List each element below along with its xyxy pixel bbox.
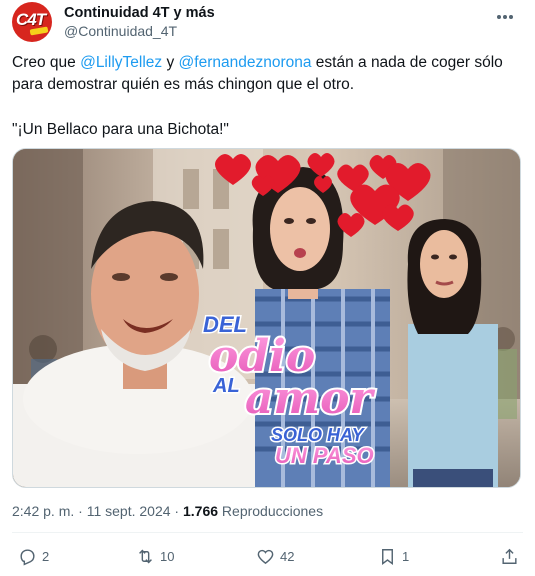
mention-lillytellez[interactable]: @LillyTellez [80, 54, 162, 71]
tweet-media-image[interactable]: DEL odio AL amor SOLO HAY UN PASO [12, 148, 521, 488]
reply-count: 2 [42, 548, 50, 564]
overlay-text-amor: amor [245, 373, 375, 424]
tweet-header: C4T Continuidad 4T y más @Continuidad_4T [12, 2, 523, 46]
reply-icon [20, 548, 35, 566]
like-button[interactable]: 42 [256, 546, 294, 566]
tweet-date[interactable]: 11 sept. 2024 [87, 503, 171, 519]
bookmark-icon [382, 548, 393, 565]
heart-icon [257, 549, 274, 564]
share-icon [502, 548, 517, 564]
author-names: Continuidad 4T y más @Continuidad_4T [64, 4, 215, 40]
repost-button[interactable]: 10 [136, 546, 174, 566]
tweet-meta: 2:42 p. m. · 11 sept. 2024 · 1.766 Repro… [12, 503, 323, 519]
meta-separator: · [74, 503, 87, 519]
divider [12, 532, 523, 533]
author-display-name[interactable]: Continuidad 4T y más [64, 4, 215, 22]
mention-fernandeznorona[interactable]: @fernandeznorona [179, 54, 312, 71]
repost-icon [139, 549, 152, 563]
share-button[interactable] [500, 546, 524, 566]
author-handle[interactable]: @Continuidad_4T [64, 22, 215, 40]
views-count: 1.766 [182, 503, 219, 519]
avatar[interactable]: C4T [12, 2, 52, 42]
like-count: 42 [280, 548, 295, 564]
repost-count: 10 [160, 548, 175, 564]
overlay-text-un-paso: UN PASO [275, 443, 374, 468]
tweet-text: Creo que @LillyTellez y @fernandeznorona… [12, 52, 522, 96]
more-options-icon[interactable] [497, 6, 519, 20]
meme-image: DEL odio AL amor SOLO HAY UN PASO [13, 149, 520, 487]
overlay-text-al: AL [212, 375, 240, 397]
meta-separator: · [170, 503, 183, 519]
action-bar: 2 10 42 1 [12, 540, 523, 572]
views-label: Reproducciones [218, 503, 324, 519]
bookmark-button[interactable]: 1 [378, 546, 409, 566]
tweet-quote-line: "¡Un Bellaco para una Bichota!" [12, 121, 229, 138]
tweet-text-middle: y [162, 54, 179, 71]
overlay-text-solo-hay: SOLO HAY [271, 425, 366, 445]
tweet-text-start: Creo que [12, 54, 81, 71]
tweet-time[interactable]: 2:42 p. m. [12, 503, 74, 519]
bookmark-count: 1 [402, 548, 410, 564]
reply-button[interactable]: 2 [18, 546, 49, 566]
